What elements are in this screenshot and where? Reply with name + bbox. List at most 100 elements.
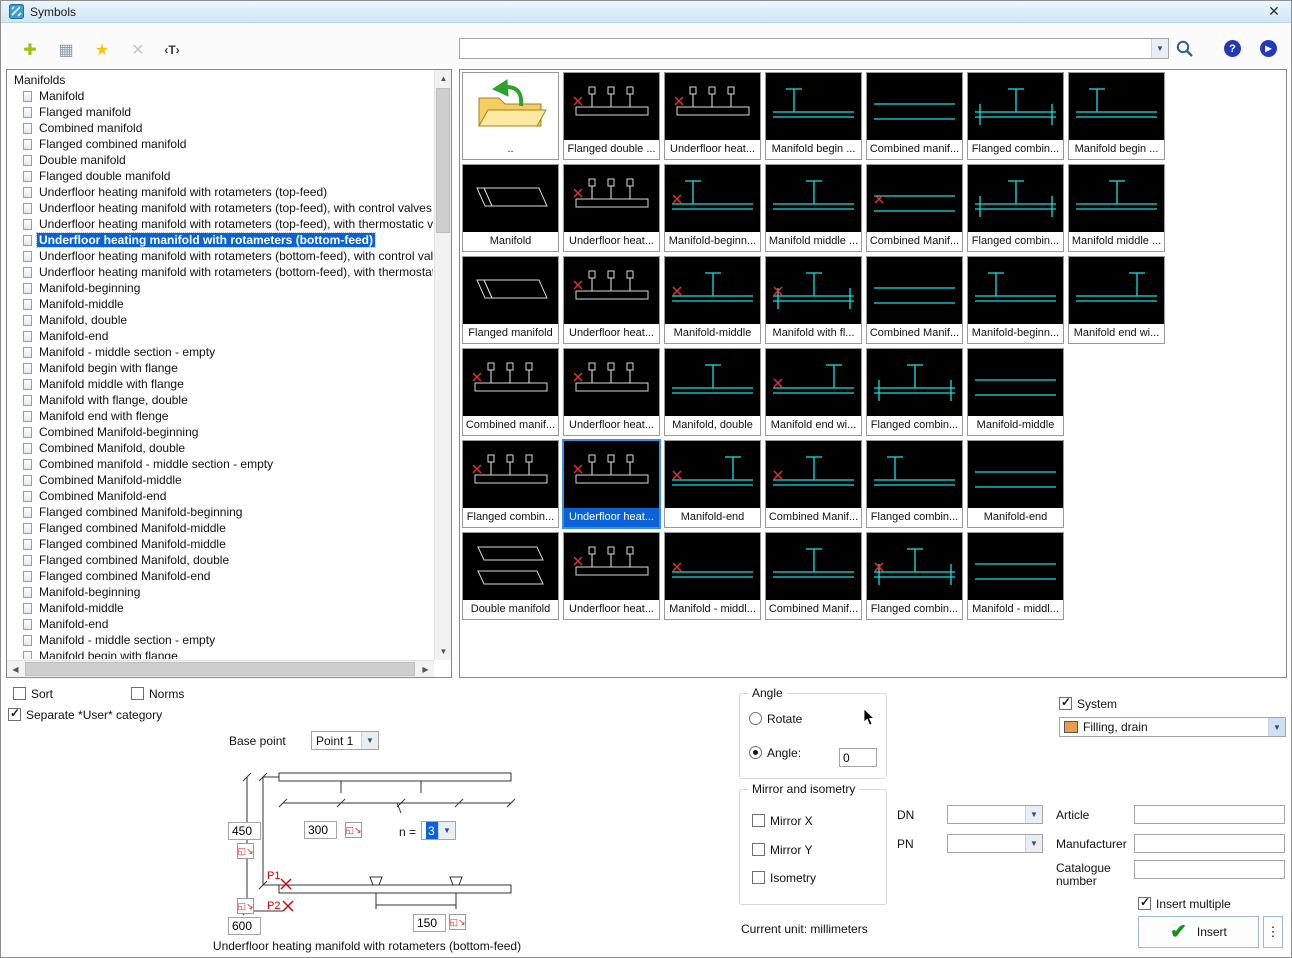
tree-item[interactable]: Flanged manifold bbox=[7, 104, 433, 120]
mirror-y-checkbox[interactable] bbox=[752, 843, 765, 856]
symbol-cell[interactable]: Manifold begin ... bbox=[1068, 72, 1165, 160]
tree-item[interactable]: Manifold-end bbox=[7, 328, 433, 344]
scroll-up-icon[interactable]: ▲ bbox=[435, 70, 452, 87]
run-button[interactable]: ▶ bbox=[1260, 40, 1277, 57]
symbol-cell[interactable]: Manifold begin ... bbox=[765, 72, 862, 160]
tree-item[interactable]: Underfloor heating manifold with rotamet… bbox=[7, 232, 433, 248]
symbol-cell[interactable]: Combined Manif... bbox=[765, 532, 862, 620]
symbol-cell[interactable]: Underfloor heat... bbox=[563, 532, 660, 620]
tree-item[interactable]: Underfloor heating manifold with rotamet… bbox=[7, 184, 433, 200]
text-symbols-button[interactable]: ‹T› bbox=[159, 37, 185, 63]
symbol-cell[interactable]: Flanged manifold bbox=[462, 256, 559, 344]
scroll-left-icon[interactable]: ◀ bbox=[7, 661, 24, 678]
hscroll-thumb[interactable] bbox=[25, 662, 415, 676]
tree-item[interactable]: Double manifold bbox=[7, 152, 433, 168]
tree-item[interactable]: Manifold-end bbox=[7, 616, 433, 632]
pick-point-button[interactable]: ◱↘ bbox=[237, 898, 254, 914]
tree-item[interactable]: Combined manifold bbox=[7, 120, 433, 136]
symbol-cell[interactable]: Flanged combin... bbox=[866, 532, 963, 620]
tree-item[interactable]: Manifold - middle section - empty bbox=[7, 632, 433, 648]
symbol-cell[interactable]: Manifold-beginn... bbox=[664, 164, 761, 252]
tree-item[interactable]: Flanged combined Manifold, double bbox=[7, 552, 433, 568]
tree-item[interactable]: Flanged combined Manifold-middle bbox=[7, 520, 433, 536]
chevron-down-icon[interactable]: ▼ bbox=[1151, 39, 1168, 58]
sort-checkbox[interactable] bbox=[13, 687, 26, 700]
details-view-button[interactable]: ▦ bbox=[53, 37, 79, 63]
separate-user-checkbox[interactable] bbox=[8, 708, 21, 721]
symbol-cell[interactable]: Manifold with fl... bbox=[765, 256, 862, 344]
tree-item[interactable]: Manifold with flange, double bbox=[7, 392, 433, 408]
symbol-cell[interactable]: Manifold middle ... bbox=[1068, 164, 1165, 252]
symbol-cell[interactable]: Underfloor heat... bbox=[563, 440, 660, 528]
symbol-cell[interactable]: Flanged combin... bbox=[967, 72, 1064, 160]
chevron-down-icon[interactable]: ▼ bbox=[1025, 835, 1042, 852]
vscroll-thumb[interactable] bbox=[436, 88, 450, 233]
scroll-down-icon[interactable]: ▼ bbox=[435, 643, 452, 660]
search-combobox[interactable]: ▼ bbox=[459, 38, 1169, 59]
symbol-cell[interactable]: Flanged combin... bbox=[866, 440, 963, 528]
tree-item[interactable]: Combined Manifold, double bbox=[7, 440, 433, 456]
tree-item[interactable]: Manifold middle with flange bbox=[7, 376, 433, 392]
symbol-cell[interactable]: Flanged combin... bbox=[462, 440, 559, 528]
delete-symbol-button[interactable]: ✕ bbox=[125, 37, 151, 63]
symbol-cell[interactable]: Manifold-end bbox=[664, 440, 761, 528]
tree-item[interactable]: Manifold, double bbox=[7, 312, 433, 328]
symbol-cell[interactable]: Underfloor heat... bbox=[563, 256, 660, 344]
close-button[interactable]: ✕ bbox=[1265, 3, 1283, 21]
pn-select[interactable]: ▼ bbox=[947, 834, 1043, 853]
norms-checkbox[interactable] bbox=[131, 687, 144, 700]
tree-item[interactable]: Flanged combined manifold bbox=[7, 136, 433, 152]
chevron-down-icon[interactable]: ▼ bbox=[438, 822, 455, 839]
tree-item[interactable]: Combined manifold - middle section - emp… bbox=[7, 456, 433, 472]
scroll-right-icon[interactable]: ▶ bbox=[417, 661, 434, 678]
symbol-cell[interactable]: Manifold-middle bbox=[664, 256, 761, 344]
symbol-cell[interactable]: Manifold - middl... bbox=[967, 532, 1064, 620]
tree-item[interactable]: Flanged combined Manifold-beginning bbox=[7, 504, 433, 520]
system-checkbox[interactable] bbox=[1059, 697, 1072, 710]
tree-item[interactable]: Flanged combined Manifold-middle bbox=[7, 536, 433, 552]
symbol-cell[interactable]: Combined manif... bbox=[462, 348, 559, 436]
symbol-cell[interactable]: Underfloor heat... bbox=[563, 348, 660, 436]
system-select[interactable]: Filling, drain ▼ bbox=[1059, 717, 1286, 737]
tree-horizontal-scrollbar[interactable]: ◀ ▶ bbox=[7, 660, 434, 677]
symbol-cell[interactable]: Underfloor heat... bbox=[563, 164, 660, 252]
tree-item[interactable]: Manifold - middle section - empty bbox=[7, 344, 433, 360]
tree-item[interactable]: Manifold begin with flange bbox=[7, 360, 433, 376]
tree-item[interactable]: Manifold-beginning bbox=[7, 280, 433, 296]
dim-450-input[interactable] bbox=[228, 822, 261, 840]
tree-item[interactable]: Manifold bbox=[7, 88, 433, 104]
angle-radio[interactable] bbox=[749, 746, 762, 759]
tree-vertical-scrollbar[interactable]: ▲ ▼ bbox=[434, 70, 451, 660]
tree-item[interactable]: Underfloor heating manifold with rotamet… bbox=[7, 248, 433, 264]
dim-300-input[interactable] bbox=[304, 821, 337, 839]
tree-item[interactable]: Combined Manifold-beginning bbox=[7, 424, 433, 440]
angle-input[interactable] bbox=[839, 748, 877, 767]
tree-item[interactable]: Flanged combined Manifold-end bbox=[7, 568, 433, 584]
symbol-cell[interactable]: Combined Manif... bbox=[765, 440, 862, 528]
help-button[interactable]: ? bbox=[1224, 40, 1241, 57]
symbol-cell[interactable]: Manifold-end bbox=[967, 440, 1064, 528]
dim-150-input[interactable] bbox=[413, 914, 446, 932]
symbol-cell[interactable]: Manifold - middl... bbox=[664, 532, 761, 620]
insert-button[interactable]: ✔ Insert bbox=[1138, 916, 1259, 948]
tree-item[interactable]: Underfloor heating manifold with rotamet… bbox=[7, 216, 433, 232]
tree-item[interactable]: Underfloor heating manifold with rotamet… bbox=[7, 264, 433, 280]
symbol-cell[interactable]: Manifold end wi... bbox=[765, 348, 862, 436]
dim-600-input[interactable] bbox=[228, 917, 261, 935]
dn-select[interactable]: ▼ bbox=[947, 805, 1043, 824]
pick-point-button[interactable]: ◱↘ bbox=[449, 914, 466, 930]
tree-item[interactable]: Manifold-middle bbox=[7, 600, 433, 616]
search-icon[interactable] bbox=[1175, 39, 1195, 59]
chevron-down-icon[interactable]: ▼ bbox=[361, 732, 378, 749]
mirror-x-checkbox[interactable] bbox=[752, 814, 765, 827]
pick-point-button[interactable]: ◱↘ bbox=[237, 843, 254, 859]
catalogue-input[interactable] bbox=[1134, 860, 1285, 879]
tree-item[interactable]: Combined Manifold-middle bbox=[7, 472, 433, 488]
more-options-button[interactable]: ⋮ bbox=[1263, 916, 1283, 948]
parent-folder-cell[interactable]: .. bbox=[462, 72, 559, 160]
tree-root-item[interactable]: Manifolds bbox=[7, 72, 433, 88]
symbol-cell[interactable]: Flanged double ... bbox=[563, 72, 660, 160]
symbol-cell[interactable]: Underfloor heat... bbox=[664, 72, 761, 160]
tree-item[interactable]: Manifold begin with flange bbox=[7, 648, 433, 659]
symbol-cell[interactable]: Combined manif... bbox=[866, 72, 963, 160]
